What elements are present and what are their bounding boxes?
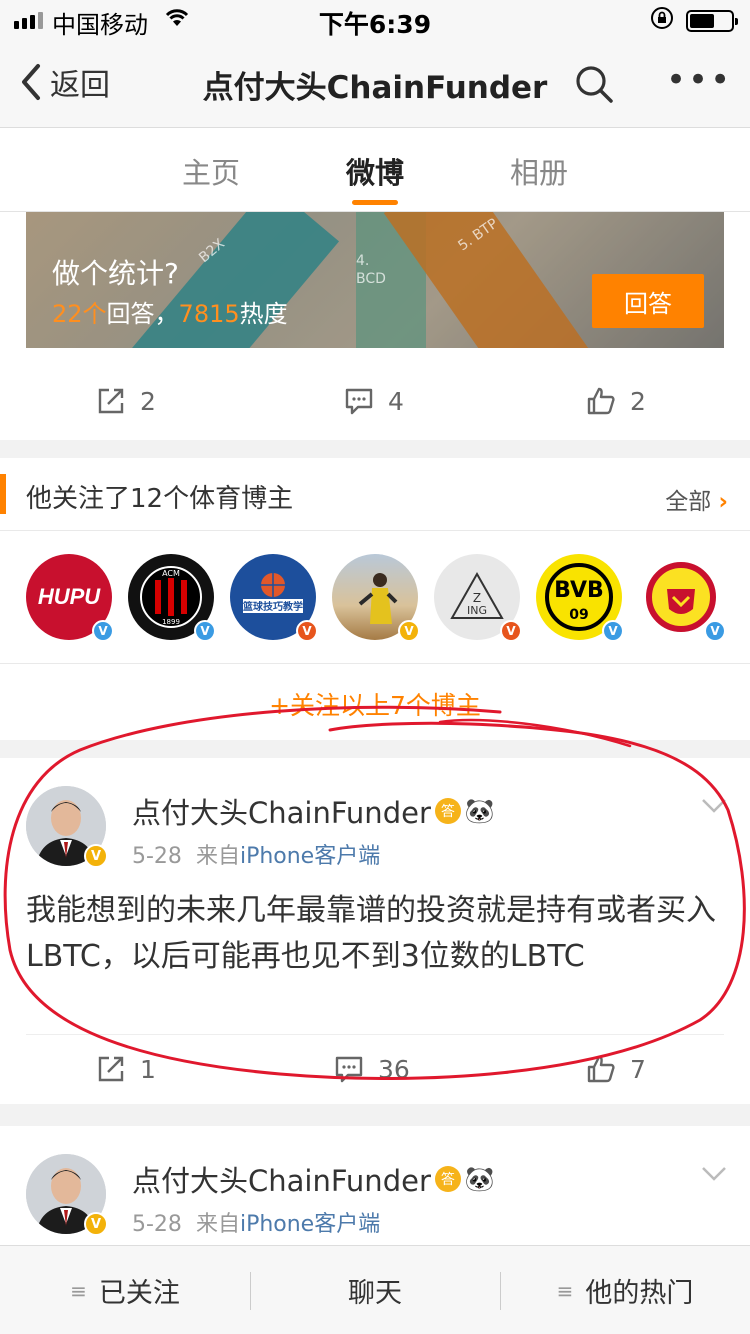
svg-text:ACM: ACM xyxy=(162,569,180,578)
share-button[interactable]: 2 xyxy=(96,386,156,416)
profile-tabs: 主页 微博 相册 xyxy=(0,128,750,212)
verified-badge-icon: V xyxy=(500,620,522,642)
post-source-link[interactable]: iPhone客户端 xyxy=(240,844,380,869)
hot-posts-button[interactable]: ≡ 他的热门 xyxy=(500,1246,750,1334)
avatar-hupu[interactable]: HUPU V xyxy=(26,554,114,642)
share-count: 1 xyxy=(140,1054,156,1084)
comment-button[interactable]: 36 xyxy=(334,1054,410,1084)
search-icon[interactable] xyxy=(574,64,614,104)
share-button[interactable]: 1 xyxy=(96,1054,156,1084)
comment-icon xyxy=(335,1056,363,1083)
avatar-ac-milan[interactable]: ACM 1899 V xyxy=(128,554,216,642)
share-icon xyxy=(98,1056,124,1082)
verified-badge-icon: V xyxy=(84,844,108,868)
post-meta: 5-28 来自iPhone客户端 xyxy=(132,1212,381,1237)
question-stats: 22个回答，7815热度 xyxy=(52,300,288,328)
weibo-post[interactable]: V 点付大头ChainFunder 答 🐼 5-28 来自iPhone客户端 xyxy=(0,1126,750,1256)
follow-all-button[interactable]: +关注以上7个博主 xyxy=(0,686,750,722)
see-all-link[interactable]: 全部 › xyxy=(665,482,728,516)
svg-text:1899: 1899 xyxy=(162,618,180,626)
share-icon xyxy=(98,388,124,414)
chevron-right-icon: › xyxy=(718,489,728,515)
question-card: B2X 4. BCD 5. BTP 做个统计? 22个回答，7815热度 回答 … xyxy=(0,212,750,440)
like-button[interactable]: 7 xyxy=(586,1054,646,1084)
tab-album[interactable]: 相册 xyxy=(510,150,568,192)
page-title: 点付大头ChainFunder xyxy=(202,70,548,106)
verified-badge-icon: V xyxy=(84,1212,108,1236)
svg-text:09: 09 xyxy=(569,607,588,623)
menu-icon: ≡ xyxy=(556,1278,574,1303)
comment-count: 36 xyxy=(378,1054,410,1084)
like-button[interactable]: 2 xyxy=(586,386,646,416)
account-avatars: HUPU V ACM 1899 V 篮球技巧教学 V V Z ING V BVB… xyxy=(26,554,750,644)
menu-icon: ≡ xyxy=(70,1278,87,1303)
panda-badge-icon: 🐼 xyxy=(464,797,495,825)
answer-button[interactable]: 回答 xyxy=(592,274,704,328)
thumbs-up-icon xyxy=(587,387,615,415)
card-actions: 2 4 2 xyxy=(0,372,750,442)
question-banner[interactable]: B2X 4. BCD 5. BTP 做个统计? 22个回答，7815热度 回答 xyxy=(26,212,724,348)
avatar-manchester-united[interactable]: V xyxy=(638,554,726,642)
status-bar: 中国移动 下午6:39 xyxy=(0,0,750,40)
follow-heading: 他关注了12个体育博主 xyxy=(26,484,294,514)
post-meta: 5-28 来自iPhone客户端 xyxy=(132,844,381,869)
avatar-bvb[interactable]: BVB 09 V xyxy=(536,554,624,642)
question-text: 做个统计? xyxy=(52,257,179,290)
followed-button[interactable]: ≡ 已关注 xyxy=(0,1246,250,1334)
verified-badge-icon: V xyxy=(602,620,624,642)
weibo-post[interactable]: V 点付大头ChainFunder 答 🐼 5-28 来自iPhone客户端 我… xyxy=(0,758,750,1104)
nav-bar: 返回 点付大头ChainFunder ••• xyxy=(0,40,750,128)
avatar-zing[interactable]: Z ING V xyxy=(434,554,522,642)
bottom-action-bar: ≡ 已关注 聊天 ≡ 他的热门 xyxy=(0,1245,750,1334)
more-icon[interactable]: ••• xyxy=(666,60,732,100)
verified-badge-icon: V xyxy=(296,620,318,642)
post-actions: 1 36 7 xyxy=(0,1040,750,1110)
author-name[interactable]: 点付大头ChainFunder 答 🐼 xyxy=(132,790,495,832)
avatar[interactable]: V xyxy=(26,1154,108,1236)
like-count: 7 xyxy=(630,1054,646,1084)
zing-logo-icon: Z ING xyxy=(450,571,504,619)
verified-badge-icon: V xyxy=(704,620,726,642)
accent-bar xyxy=(0,474,6,514)
post-source-link[interactable]: iPhone客户端 xyxy=(240,1212,380,1237)
comment-button[interactable]: 4 xyxy=(344,386,404,416)
svg-text:Z: Z xyxy=(473,591,481,605)
comment-icon xyxy=(345,388,373,415)
tab-home[interactable]: 主页 xyxy=(182,150,240,192)
share-count: 2 xyxy=(140,386,156,416)
avatar-person[interactable]: V xyxy=(332,554,420,642)
panda-badge-icon: 🐼 xyxy=(464,1165,495,1193)
answer-badge-icon: 答 xyxy=(434,798,461,824)
verified-badge-icon: V xyxy=(194,620,216,642)
active-tab-indicator xyxy=(352,200,398,205)
svg-text:BVB: BVB xyxy=(554,578,604,603)
banner-bg-text: 4. BCD xyxy=(356,253,386,287)
verified-badge-icon: V xyxy=(398,620,420,642)
battery-icon xyxy=(686,10,738,32)
comment-count: 4 xyxy=(388,386,404,416)
tab-weibo[interactable]: 微博 xyxy=(346,150,404,192)
like-count: 2 xyxy=(630,386,646,416)
chevron-down-icon[interactable] xyxy=(700,796,728,816)
chat-button[interactable]: 聊天 xyxy=(250,1246,500,1334)
thumbs-up-icon xyxy=(587,1055,615,1083)
avatar-basketball-skills[interactable]: 篮球技巧教学 V xyxy=(230,554,318,642)
chevron-down-icon[interactable] xyxy=(700,1164,728,1184)
follow-suggestion-card: 他关注了12个体育博主 全部 › HUPU V ACM 1899 V 篮球技巧教… xyxy=(0,458,750,740)
clock: 下午6:39 xyxy=(318,10,432,39)
svg-text:篮球技巧教学: 篮球技巧教学 xyxy=(242,600,303,613)
author-name[interactable]: 点付大头ChainFunder 答 🐼 xyxy=(132,1158,495,1200)
answer-badge-icon: 答 xyxy=(434,1166,461,1192)
svg-text:ING: ING xyxy=(467,604,487,617)
avatar[interactable]: V xyxy=(26,786,108,868)
post-text: 我能想到的未来几年最靠谱的投资就是持有或者买入LBTC，以后可能再也见不到3位数… xyxy=(26,893,716,974)
verified-badge-icon: V xyxy=(92,620,114,642)
ac-milan-logo-icon: ACM 1899 xyxy=(140,566,202,628)
rotation-lock-icon xyxy=(650,6,674,36)
